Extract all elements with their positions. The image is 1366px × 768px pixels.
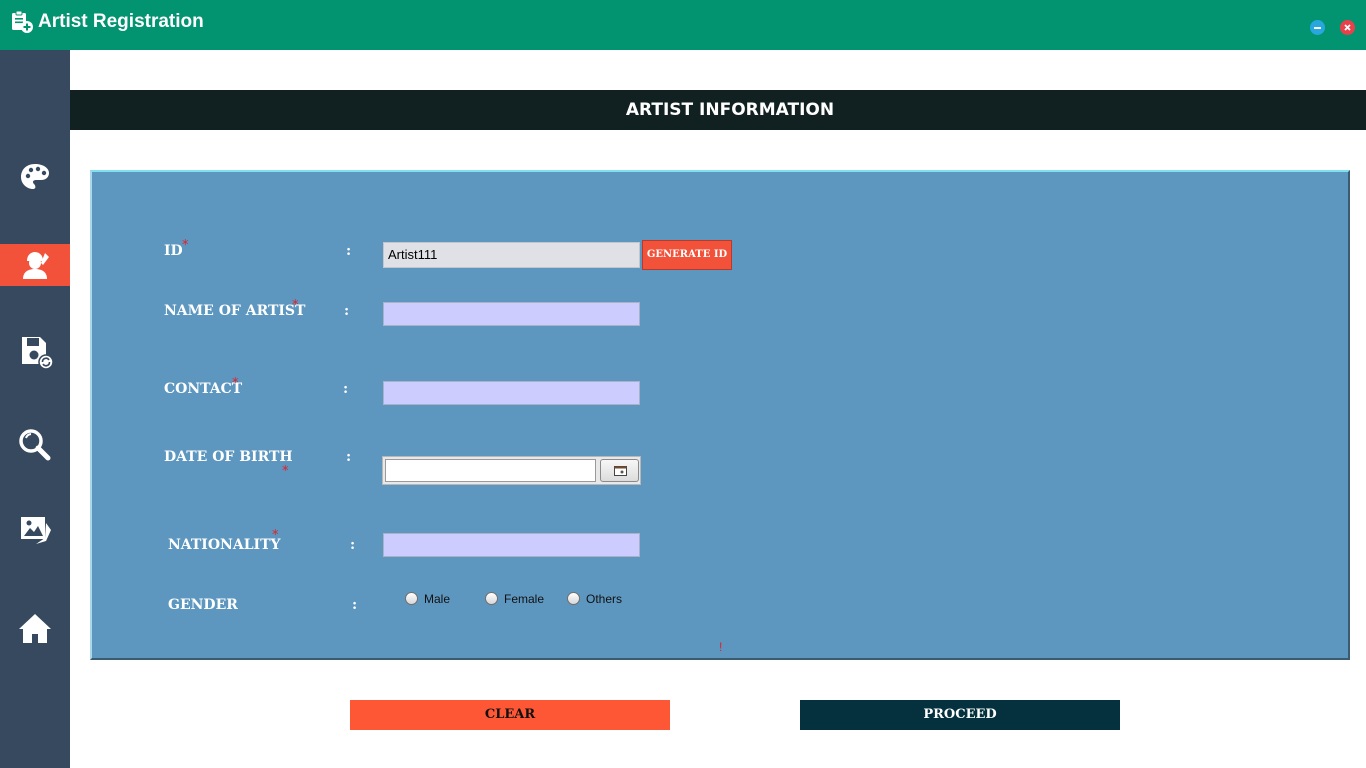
name-label: NAME OF ARTIST — [164, 303, 306, 319]
gender-others-radio[interactable] — [567, 592, 580, 605]
required-marker: * — [232, 376, 239, 391]
home-icon — [19, 614, 51, 643]
colon: : — [350, 537, 356, 553]
artist-icon — [23, 252, 49, 279]
artist-name-field[interactable] — [383, 302, 640, 326]
required-marker: * — [292, 298, 299, 313]
colon: : — [346, 449, 352, 465]
title-bar: Artist Registration — [0, 0, 1366, 50]
sidebar-item-gallery[interactable] — [0, 509, 70, 551]
save-update-icon — [22, 337, 54, 370]
proceed-button[interactable]: PROCEED — [800, 700, 1120, 730]
sidebar-item-save[interactable] — [0, 329, 70, 371]
section-header: ARTIST INFORMATION — [70, 90, 1366, 130]
id-label: ID — [164, 243, 183, 259]
colon: : — [343, 381, 349, 397]
search-icon — [19, 429, 51, 461]
dob-label: DATE OF BIRTH — [164, 449, 293, 465]
gender-others-label: Others — [586, 592, 623, 606]
gender-label: GENDER — [168, 597, 238, 613]
gallery-icon — [21, 517, 51, 544]
gender-male-label: Male — [424, 592, 451, 606]
nationality-label: NATIONALITY — [168, 537, 281, 553]
error-message: ! — [719, 640, 723, 654]
close-icon[interactable] — [1340, 20, 1355, 35]
sidebar-item-home[interactable] — [0, 606, 70, 648]
date-picker — [382, 456, 641, 485]
sidebar-item-palette[interactable] — [0, 156, 70, 198]
clear-button[interactable]: CLEAR — [350, 700, 670, 730]
calendar-icon — [614, 466, 627, 476]
required-marker: * — [182, 238, 189, 253]
nationality-field[interactable] — [383, 533, 640, 557]
generate-id-button[interactable]: GENERATE ID — [642, 240, 732, 270]
contact-label: CONTACT — [164, 381, 243, 397]
dob-field[interactable] — [385, 459, 596, 482]
palette-icon — [21, 164, 49, 189]
gender-male-radio[interactable] — [405, 592, 418, 605]
page-title: ARTIST INFORMATION — [625, 100, 835, 120]
contact-field[interactable] — [383, 381, 640, 405]
sidebar-item-search[interactable] — [0, 423, 70, 465]
required-marker: * — [282, 464, 289, 479]
colon: : — [352, 597, 358, 613]
required-marker: * — [272, 528, 279, 543]
colon: : — [346, 243, 352, 259]
sidebar — [0, 50, 70, 768]
minimize-icon[interactable] — [1310, 20, 1325, 35]
window-title: Artist Registration — [38, 11, 204, 32]
colon: : — [344, 303, 350, 319]
gender-female-radio[interactable] — [485, 592, 498, 605]
clipboard-add-icon — [10, 10, 34, 34]
sidebar-item-artist[interactable] — [0, 244, 70, 286]
calendar-button[interactable] — [600, 459, 639, 482]
gender-female-label: Female — [504, 592, 545, 606]
artist-form-panel: ID * : Artist111 GENERATE ID NAME OF ART… — [90, 170, 1350, 660]
id-field[interactable]: Artist111 — [383, 242, 640, 268]
